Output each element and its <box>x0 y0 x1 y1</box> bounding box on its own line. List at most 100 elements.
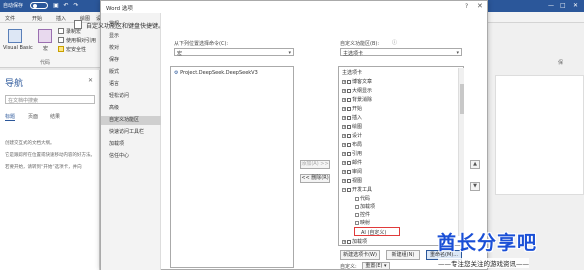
save-icon[interactable]: ▣ <box>52 2 60 10</box>
checkbox[interactable] <box>347 106 351 111</box>
tree-item[interactable]: + 设计 <box>342 132 362 139</box>
sidebar-item-quick-access[interactable]: 快速访问工具栏 <box>109 128 144 135</box>
maximize-icon[interactable]: □ <box>560 2 566 9</box>
tab-home[interactable]: 开始 <box>32 15 42 22</box>
minimize-icon[interactable]: — <box>548 2 554 9</box>
nav-close-icon[interactable]: ✕ <box>88 77 93 84</box>
close-window-icon[interactable]: ✕ <box>573 2 578 9</box>
remove-button[interactable]: << 删除(R) <box>300 174 330 183</box>
expand-icon[interactable]: + <box>342 160 346 165</box>
tree-subitem[interactable]: 代码 <box>355 195 370 202</box>
checkbox[interactable] <box>347 133 351 138</box>
record-macro-icon[interactable] <box>58 28 64 34</box>
tree-item[interactable]: + 插入 <box>342 114 362 121</box>
sidebar-item-display[interactable]: 显示 <box>109 32 119 39</box>
checkbox[interactable] <box>347 97 351 102</box>
commands-list[interactable]: ⚙ Project.DeepSeek.DeepSeekV3 <box>170 66 294 268</box>
expand-icon[interactable]: + <box>342 79 346 84</box>
checkbox[interactable] <box>347 115 351 120</box>
sidebar-item-addins[interactable]: 加载项 <box>109 140 124 147</box>
tree-item[interactable]: + 视图 <box>342 177 362 184</box>
move-down-button[interactable]: ▼ <box>470 182 480 191</box>
tree-item-developer[interactable]: − 开发工具 <box>342 186 372 193</box>
undo-icon[interactable]: ↶ <box>62 2 70 10</box>
sidebar-item-trust-center[interactable]: 信任中心 <box>109 152 129 159</box>
checkbox[interactable] <box>347 124 351 129</box>
expand-icon[interactable]: + <box>342 178 346 183</box>
checkbox[interactable] <box>347 178 351 183</box>
expand-icon[interactable]: + <box>342 133 346 138</box>
expand-icon[interactable]: + <box>342 124 346 129</box>
checkbox[interactable] <box>347 187 351 192</box>
record-macro-label[interactable]: 录制宏 <box>66 28 81 35</box>
expand-icon[interactable]: + <box>342 239 346 244</box>
expand-icon[interactable]: + <box>342 142 346 147</box>
expand-icon[interactable] <box>355 212 359 217</box>
sidebar-item-customize-ribbon[interactable]: 自定义功能区 <box>101 116 161 125</box>
choose-commands-select[interactable]: 宏 ▾ <box>174 48 294 57</box>
nav-tab-pages[interactable]: 页面 <box>28 113 38 120</box>
tree-item[interactable]: + 大纲显示 <box>342 87 372 94</box>
customize-ribbon-select[interactable]: 主选项卡 ▾ <box>340 48 462 57</box>
tree-item[interactable]: + 开始 <box>342 105 362 112</box>
macros-label[interactable]: 宏 <box>43 45 48 52</box>
tree-item[interactable]: + 邮件 <box>342 159 362 166</box>
ribbon-tree-scrollbar[interactable] <box>458 68 464 236</box>
expand-icon[interactable] <box>355 220 359 225</box>
help-icon[interactable]: ? <box>465 3 468 10</box>
expand-icon[interactable]: + <box>342 115 346 120</box>
sidebar-item-language[interactable]: 语言 <box>109 80 119 87</box>
tree-item-main-tabs[interactable]: 主选项卡 <box>342 69 362 76</box>
reset-button[interactable]: 重置(E) ▾ <box>362 262 390 270</box>
expand-icon[interactable] <box>355 196 359 201</box>
checkbox[interactable] <box>347 239 351 244</box>
scrollbar-thumb[interactable] <box>460 84 464 114</box>
sidebar-item-typography[interactable]: 版式 <box>109 68 119 75</box>
list-item[interactable]: ⚙ Project.DeepSeek.DeepSeekV3 <box>174 70 258 76</box>
expand-icon[interactable]: + <box>342 88 346 93</box>
nav-tab-headings[interactable]: 标题 <box>5 113 16 121</box>
collapse-icon[interactable]: − <box>342 187 346 192</box>
checkbox[interactable] <box>347 151 351 156</box>
nav-search-input[interactable]: 在文档中搜索 <box>5 95 95 104</box>
tab-file[interactable]: 文件 <box>5 15 15 22</box>
tree-item[interactable]: + 绘图 <box>342 123 362 130</box>
redo-icon[interactable]: ↷ <box>72 2 80 10</box>
sidebar-item-proofing[interactable]: 校对 <box>109 44 119 51</box>
relative-ref-label[interactable]: 使用相对引用 <box>66 37 96 44</box>
tree-subitem[interactable]: 映射 <box>355 219 370 226</box>
relative-ref-icon[interactable] <box>58 37 64 43</box>
sidebar-item-accessibility[interactable]: 轻松访问 <box>109 92 129 99</box>
checkbox[interactable] <box>347 169 351 174</box>
new-tab-button[interactable]: 新建选项卡(W) <box>340 250 380 260</box>
sidebar-item-advanced[interactable]: 高级 <box>109 104 119 111</box>
sidebar-item-save[interactable]: 保存 <box>109 56 119 63</box>
tree-item[interactable]: + 博客文章 <box>342 78 372 85</box>
checkbox[interactable] <box>347 160 351 165</box>
checkbox[interactable] <box>347 79 351 84</box>
expand-icon[interactable]: + <box>342 151 346 156</box>
tab-insert[interactable]: 插入 <box>56 15 66 22</box>
ai-custom-group[interactable]: AI (自定义) <box>354 227 400 236</box>
expand-icon[interactable]: + <box>342 106 346 111</box>
tree-subitem[interactable]: 控件 <box>355 211 370 218</box>
expand-icon[interactable]: + <box>342 97 346 102</box>
add-button[interactable]: 添加(A) >> <box>300 160 330 169</box>
checkbox[interactable] <box>347 88 351 93</box>
visual-basic-icon[interactable] <box>8 29 22 43</box>
visual-basic-label[interactable]: Visual Basic <box>3 45 33 51</box>
tree-item[interactable]: + 背景消除 <box>342 96 372 103</box>
tree-item[interactable]: + 引用 <box>342 150 362 157</box>
autosave-toggle[interactable] <box>30 2 48 9</box>
expand-icon[interactable] <box>355 204 359 209</box>
tree-item[interactable]: + 审阅 <box>342 168 362 175</box>
tree-item[interactable]: + 加载项 <box>342 238 367 245</box>
checkbox[interactable] <box>347 142 351 147</box>
warning-icon[interactable] <box>58 46 64 52</box>
expand-icon[interactable]: + <box>342 169 346 174</box>
macro-security-label[interactable]: 宏安全性 <box>66 46 86 53</box>
close-icon[interactable]: ✕ <box>477 2 483 10</box>
tree-item[interactable]: + 布局 <box>342 141 362 148</box>
move-up-button[interactable]: ▲ <box>470 160 480 169</box>
macros-icon[interactable] <box>38 29 52 43</box>
